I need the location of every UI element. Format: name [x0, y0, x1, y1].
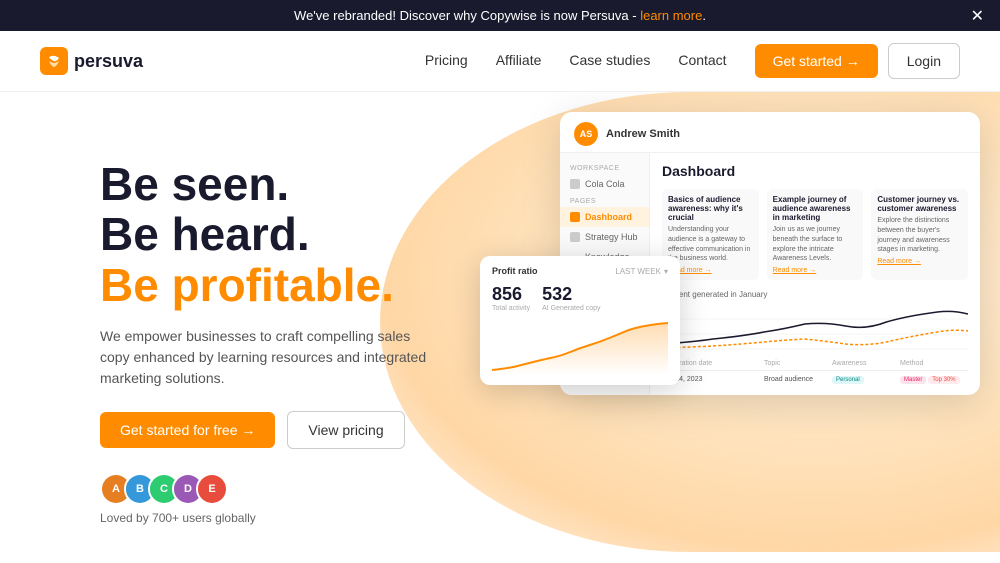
dashboard-header: AS Andrew Smith: [560, 112, 980, 153]
sidebar-section-pages: Pages: [560, 194, 649, 207]
hero-heading-3: Be profitable.: [100, 260, 440, 311]
method-badge: Master: [900, 376, 926, 384]
line-chart: [662, 304, 968, 354]
row-topic: Broad audience: [764, 376, 832, 383]
nav-affiliate[interactable]: Affiliate: [496, 52, 542, 68]
chart-label: Content generated in January: [662, 290, 968, 299]
hero-heading-1: Be seen.: [100, 159, 440, 210]
hero-dashboard: Profit ratio LAST WEEK ▾ 856 Total activ…: [480, 102, 1000, 395]
sidebar-strategy-icon: [570, 232, 580, 242]
banner-link[interactable]: learn more: [640, 8, 702, 23]
card-0-link[interactable]: Read more →: [668, 267, 753, 274]
line-chart-svg: [662, 304, 968, 354]
col-awareness: Awareness: [832, 360, 900, 367]
hero-section: Be seen. Be heard. Be profitable. We emp…: [0, 92, 1000, 552]
logo-icon: [40, 47, 68, 75]
hero-content: Be seen. Be heard. Be profitable. We emp…: [100, 159, 440, 526]
nav-contact[interactable]: Contact: [678, 52, 726, 68]
nav-pricing[interactable]: Pricing: [425, 52, 468, 68]
col-method: Method: [900, 360, 968, 367]
navbar: persuva Pricing Affiliate Case studies C…: [0, 31, 1000, 92]
table-header: Generation date Topic Awareness Method: [662, 360, 968, 371]
sidebar-workspace-label: Cola Cola: [585, 179, 625, 189]
card-1-text: Join us as we journey beneath the surfac…: [773, 225, 858, 264]
card-2-text: Explore the distinctions between the buy…: [877, 216, 962, 255]
profit-chart: [492, 320, 668, 375]
col-topic: Topic: [764, 360, 832, 367]
sidebar-item-dashboard[interactable]: Dashboard: [560, 207, 649, 227]
logo-link[interactable]: persuva: [40, 47, 143, 75]
profit-num-2: 532 AI Generated copy: [542, 284, 600, 312]
profit-num-1: 856 Total activity: [492, 284, 530, 312]
card-1-link[interactable]: Read more →: [773, 267, 858, 274]
row-awareness: Personal: [832, 376, 900, 383]
extra-badge: Top 30%: [928, 376, 959, 384]
dashboard-cards: Basics of audience awareness: why it's c…: [662, 189, 968, 280]
sidebar-dashboard-icon: [570, 212, 580, 222]
data-table: Generation date Topic Awareness Method J…: [662, 360, 968, 385]
hero-get-started-button[interactable]: Get started for free →: [100, 412, 275, 448]
avatar-5-img: E: [198, 475, 226, 503]
sidebar-dashboard-label: Dashboard: [585, 212, 632, 222]
table-row: Jan 24, 2023 Broad audience Personal Mas…: [662, 374, 968, 385]
profit-period: LAST WEEK ▾: [615, 267, 668, 276]
dashboard-content: Dashboard Basics of audience awareness: …: [650, 153, 980, 395]
banner-text: We've rebranded! Discover why Copywise i…: [294, 8, 640, 23]
hero-cta-buttons: Get started for free → View pricing: [100, 411, 440, 449]
card-1: Example journey of audience awareness in…: [767, 189, 864, 280]
logo-svg: [46, 53, 62, 69]
card-2-title: Customer journey vs. customer awareness: [877, 195, 962, 213]
sidebar-section-workspace: WORKSPACE: [560, 161, 649, 174]
profit-numbers: 856 Total activity 532 AI Generated copy: [492, 284, 668, 312]
announcement-banner: We've rebranded! Discover why Copywise i…: [0, 0, 1000, 31]
dashboard-user-name: Andrew Smith: [606, 128, 680, 140]
sidebar-workspace-icon: [570, 179, 580, 189]
profit-card-header: Profit ratio LAST WEEK ▾: [492, 266, 668, 276]
hero-subtext: We empower businesses to craft compellin…: [100, 326, 440, 389]
card-2-link[interactable]: Read more →: [877, 258, 962, 265]
awareness-badge: Personal: [832, 376, 864, 384]
card-0-text: Understanding your audience is a gateway…: [668, 225, 753, 264]
card-0-title: Basics of audience awareness: why it's c…: [668, 195, 753, 222]
avatar-group: A B C D E: [100, 473, 440, 505]
nav-get-started-button[interactable]: Get started →: [755, 44, 878, 78]
card-1-title: Example journey of audience awareness in…: [773, 195, 858, 222]
dashboard-user-avatar: AS: [574, 122, 598, 146]
row-method: Master Top 30%: [900, 376, 968, 383]
loved-text: Loved by 700+ users globally: [100, 511, 440, 525]
dashboard-title: Dashboard: [662, 163, 968, 179]
card-2: Customer journey vs. customer awareness …: [871, 189, 968, 280]
avatar-5: E: [196, 473, 228, 505]
profit-card: Profit ratio LAST WEEK ▾ 856 Total activ…: [480, 256, 680, 385]
nav-case-studies[interactable]: Case studies: [569, 52, 650, 68]
nav-links: Pricing Affiliate Case studies Contact: [425, 52, 727, 70]
profit-label: Profit ratio: [492, 266, 538, 276]
social-proof: A B C D E Loved by 700+ users globally: [100, 473, 440, 525]
logo-text: persuva: [74, 51, 143, 72]
profit-chart-svg: [492, 320, 668, 375]
banner-close-button[interactable]: ✕: [971, 6, 984, 26]
sidebar-strategy-label: Strategy Hub: [585, 232, 638, 242]
nav-login-button[interactable]: Login: [888, 43, 960, 79]
sidebar-item-cola-cola[interactable]: Cola Cola: [560, 174, 649, 194]
hero-heading-2: Be heard.: [100, 209, 440, 260]
sidebar-item-strategy-hub[interactable]: Strategy Hub: [560, 227, 649, 247]
hero-view-pricing-button[interactable]: View pricing: [287, 411, 404, 449]
